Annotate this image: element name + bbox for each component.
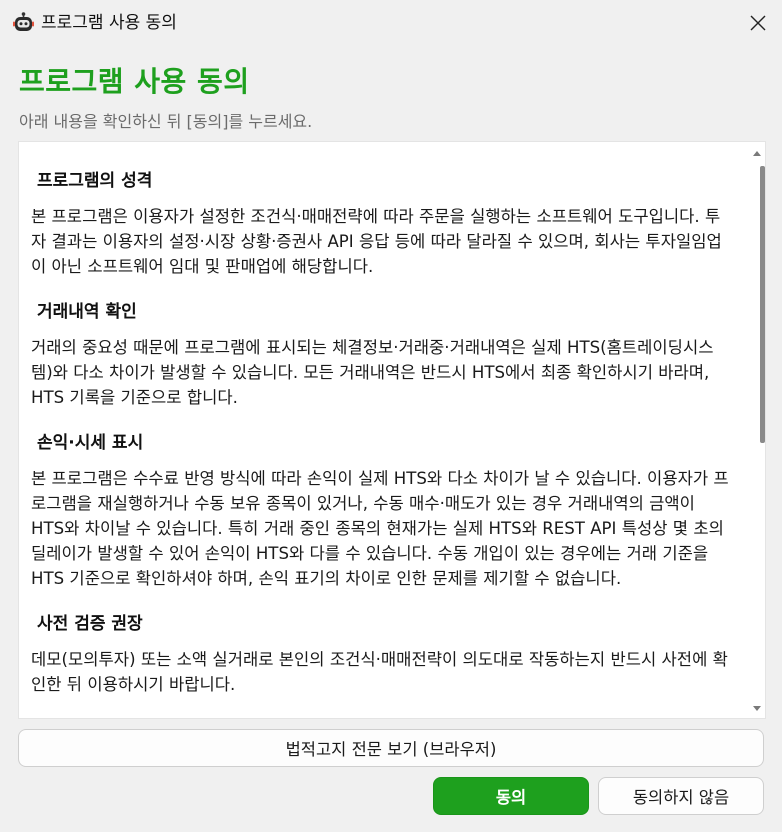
robot-icon [13, 12, 34, 34]
section-body: 데모(모의투자) 또는 소액 실거래로 본인의 조건식·매매전략이 의도대로 작… [31, 650, 728, 694]
section-body: 본 프로그램은 이용자가 설정한 조건식·매매전략에 따라 주문을 실행하는 소… [31, 207, 722, 276]
section-body: 본 프로그램은 수수료 반영 방식에 따라 손익이 실제 HTS와 다소 차이가… [31, 469, 729, 588]
section-profit-quote: 손익·시세 표시 본 프로그램은 수수료 반영 방식에 따라 손익이 실제 HT… [31, 428, 733, 591]
terms-content: 프로그램의 성격 본 프로그램은 이용자가 설정한 조건식·매매전략에 따라 주… [31, 166, 733, 715]
section-title: 프로그램의 성격 [37, 171, 153, 191]
section-program-nature: 프로그램의 성격 본 프로그램은 이용자가 설정한 조건식·매매전략에 따라 주… [31, 166, 733, 279]
page-subtitle: 아래 내용을 확인하신 뒤 [동의]를 누르세요. [19, 112, 313, 131]
terms-content-panel[interactable]: 프로그램의 성격 본 프로그램은 이용자가 설정한 조건식·매매전략에 따라 주… [18, 141, 766, 719]
vertical-scrollbar[interactable] [748, 142, 765, 718]
section-body: 거래의 중요성 때문에 프로그램에 표시되는 체결정보·거래중·거래내역은 실제… [31, 338, 714, 407]
decline-button[interactable]: 동의하지 않음 [598, 777, 764, 815]
section-title: 손익·시세 표시 [37, 433, 144, 453]
close-button[interactable] [734, 0, 782, 46]
agree-button[interactable]: 동의 [433, 777, 589, 815]
scroll-up-arrow-icon[interactable] [748, 144, 765, 164]
scrollbar-thumb[interactable] [760, 166, 765, 443]
title-bar: 프로그램 사용 동의 [0, 0, 782, 46]
section-trade-history: 거래내역 확인 거래의 중요성 때문에 프로그램에 표시되는 체결정보·거래중·… [31, 297, 733, 410]
window-title: 프로그램 사용 동의 [41, 13, 177, 33]
section-title: 거래내역 확인 [37, 302, 137, 322]
section-pre-verification: 사전 검증 권장 데모(모의투자) 또는 소액 실거래로 본인의 조건식·매매전… [31, 609, 733, 697]
close-icon [750, 15, 766, 31]
page-title: 프로그램 사용 동의 [19, 65, 250, 98]
view-full-legal-notice-button[interactable]: 법적고지 전문 보기 (브라우저) [18, 729, 764, 767]
section-title: 사전 검증 권장 [37, 614, 143, 634]
scroll-down-arrow-icon[interactable] [748, 698, 765, 718]
